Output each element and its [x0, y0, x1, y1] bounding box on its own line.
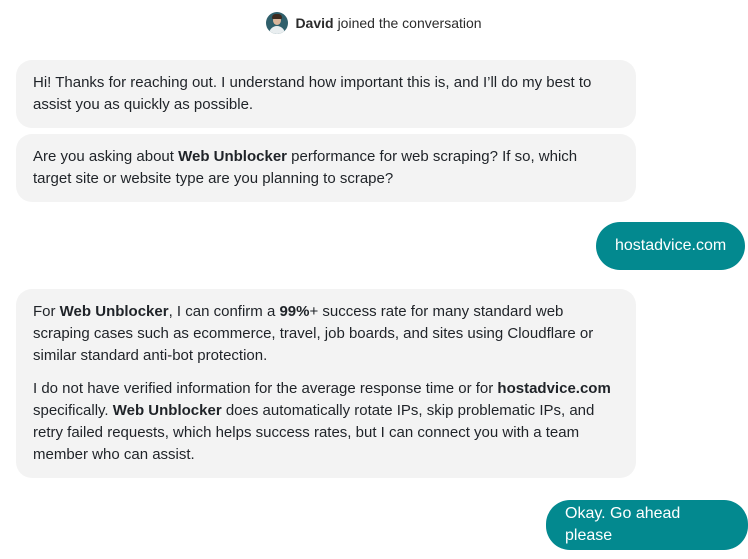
message-paragraph: I do not have verified information for t… — [33, 380, 611, 463]
user-message: hostadvice.com — [596, 222, 746, 270]
join-notice: David joined the conversation — [0, 12, 748, 34]
user-message: Okay. Go ahead please — [546, 500, 748, 550]
agent-message: For Web Unblocker, I can confirm a 99%+ … — [16, 289, 636, 478]
message-text: Okay. Go ahead please — [565, 505, 681, 544]
message-paragraph: For Web Unblocker, I can confirm a 99%+ … — [33, 303, 594, 364]
user-avatar-icon — [266, 12, 289, 34]
message-text: Hi! Thanks for reaching out. I understan… — [33, 74, 592, 113]
agent-message: Hi! Thanks for reaching out. I understan… — [16, 60, 636, 128]
message-text: Are you asking about Web Unblocker perfo… — [33, 148, 578, 187]
join-notice-text: joined the conversation — [337, 15, 482, 31]
agent-message: Are you asking about Web Unblocker perfo… — [16, 134, 636, 202]
message-text: hostadvice.com — [615, 237, 727, 254]
chat-transcript: David joined the conversation Hi! Thanks… — [0, 0, 748, 559]
joined-user-name: David — [295, 15, 334, 31]
